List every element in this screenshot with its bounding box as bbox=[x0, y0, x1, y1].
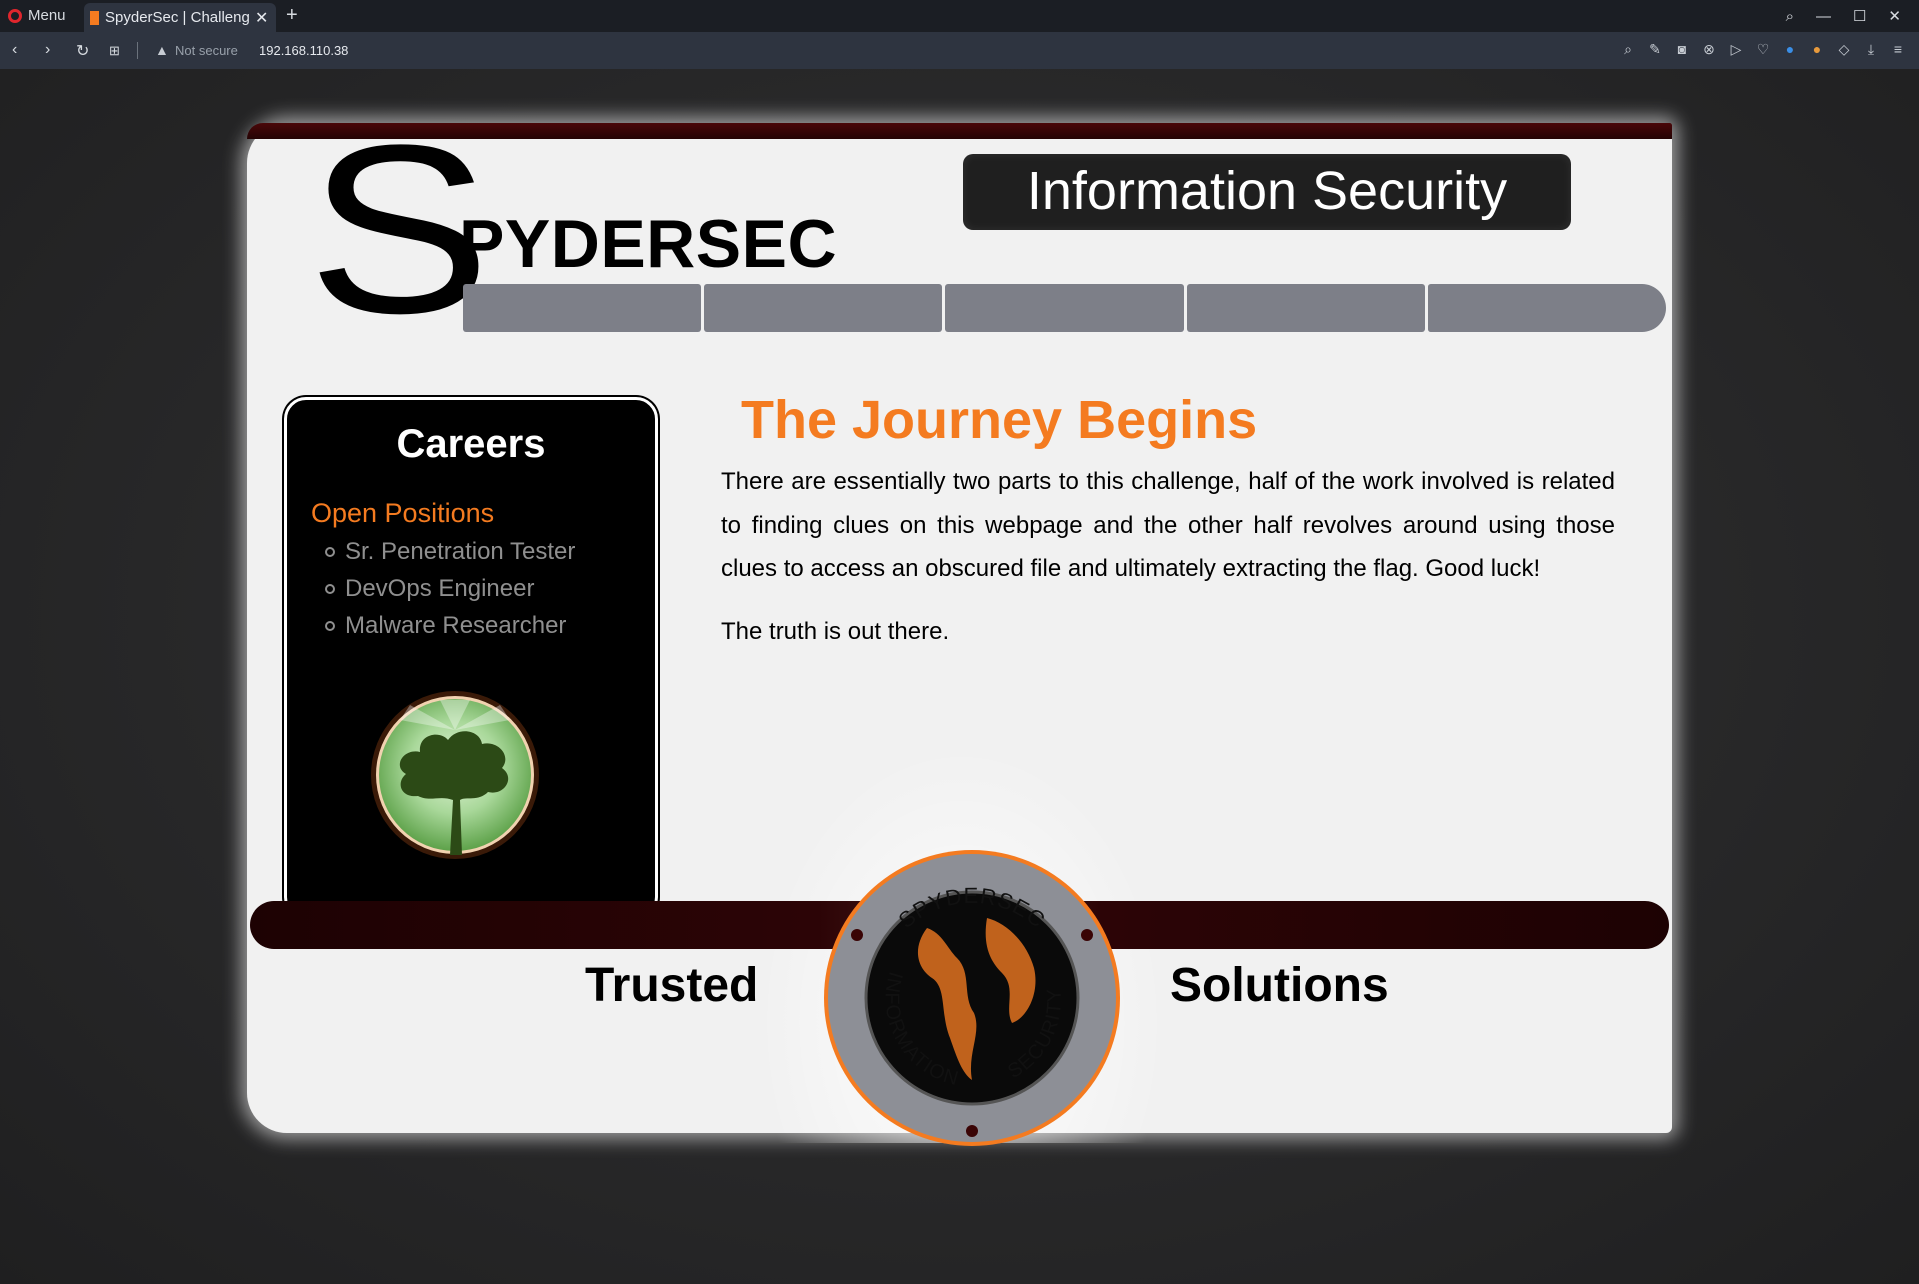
positions-list: Sr. Penetration Tester DevOps Engineer M… bbox=[311, 533, 575, 644]
content-paragraph: There are essentially two parts to this … bbox=[721, 468, 1615, 582]
open-positions-heading: Open Positions bbox=[311, 498, 495, 528]
brand-name: PYDERSEC bbox=[459, 206, 838, 282]
tab-title: SpyderSec | Challenge bbox=[105, 9, 249, 26]
warning-icon[interactable]: ▲ bbox=[155, 42, 169, 58]
spydersec-seal-icon: SPYDERSEC INFORMATION SECURITY bbox=[824, 850, 1120, 1146]
browser-tab[interactable]: SpyderSec | Challenge ✕ bbox=[84, 3, 276, 32]
footer-left-word: Trusted bbox=[585, 959, 759, 1012]
footer-right-word: Solutions bbox=[1170, 959, 1389, 1012]
tabs-grid-icon[interactable]: ⊞ bbox=[109, 43, 120, 59]
cookie-icon[interactable]: ● bbox=[1810, 41, 1824, 58]
tagline-box: Information Security bbox=[963, 154, 1571, 230]
new-tab-icon[interactable]: + bbox=[286, 4, 298, 27]
browser-tab-bar: Menu SpyderSec | Challenge ✕ + ⌕ — ☐ ✕ bbox=[0, 0, 1919, 32]
window-controls: ⌕ — ☐ ✕ bbox=[1786, 0, 1919, 32]
search-tabs-icon[interactable]: ⌕ bbox=[1786, 8, 1794, 25]
block-icon[interactable]: ⊗ bbox=[1702, 41, 1716, 58]
reload-icon[interactable]: ↻ bbox=[76, 41, 89, 61]
favicon-icon bbox=[90, 10, 99, 25]
nav-item-3[interactable] bbox=[945, 284, 1184, 332]
edit-icon[interactable]: ✎ bbox=[1648, 41, 1662, 58]
nav-item-4[interactable] bbox=[1186, 284, 1425, 332]
bullet-icon bbox=[325, 546, 335, 557]
position-label: DevOps Engineer bbox=[345, 575, 535, 602]
minimize-icon[interactable]: — bbox=[1816, 8, 1831, 25]
careers-box: Careers Open Positions Sr. Penetration T… bbox=[284, 397, 658, 919]
bullet-icon bbox=[325, 620, 335, 631]
nav-item-5[interactable] bbox=[1427, 284, 1667, 332]
address-bar: ‹ › ↻ ⊞ ▲ Not secure 192.168.110.38 ⌕ ✎ … bbox=[0, 32, 1919, 69]
security-status[interactable]: Not secure bbox=[175, 43, 238, 58]
cube-icon[interactable]: ◇ bbox=[1837, 41, 1851, 58]
menu-lines-icon[interactable]: ≡ bbox=[1891, 41, 1905, 58]
position-label: Sr. Penetration Tester bbox=[345, 538, 576, 565]
page-viewport: S PYDERSEC Information Security Careers … bbox=[0, 69, 1919, 1284]
url-field[interactable]: 192.168.110.38 bbox=[259, 43, 348, 58]
content-paragraph: The truth is out there. bbox=[721, 617, 950, 645]
heart-icon[interactable]: ♡ bbox=[1756, 41, 1770, 58]
extension-blue-icon[interactable]: ● bbox=[1783, 41, 1797, 58]
address-separator bbox=[137, 42, 138, 59]
list-item: DevOps Engineer bbox=[311, 570, 575, 607]
bullet-icon bbox=[325, 583, 335, 594]
forward-icon[interactable]: › bbox=[45, 41, 50, 59]
menu-label: Menu bbox=[28, 7, 66, 24]
toolbar-icons: ⌕ ✎ ◙ ⊗ ▷ ♡ ● ● ◇ ⤓ ≡ bbox=[1621, 41, 1905, 58]
content-title: The Journey Begins bbox=[741, 390, 1258, 450]
careers-title: Careers bbox=[396, 422, 546, 466]
browser-menu-button[interactable]: Menu bbox=[8, 7, 66, 24]
camera-icon[interactable]: ◙ bbox=[1675, 41, 1689, 58]
content-body: There are essentially two parts to this … bbox=[721, 460, 1615, 672]
tree-logo-icon bbox=[371, 691, 539, 859]
download-icon[interactable]: ⤓ bbox=[1864, 41, 1878, 58]
maximize-icon[interactable]: ☐ bbox=[1853, 7, 1866, 25]
nav-item-1[interactable] bbox=[463, 284, 702, 332]
send-icon[interactable]: ▷ bbox=[1729, 41, 1743, 58]
close-window-icon[interactable]: ✕ bbox=[1888, 7, 1901, 25]
tab-close-icon[interactable]: ✕ bbox=[255, 8, 268, 28]
list-item: Malware Researcher bbox=[311, 607, 575, 644]
back-icon[interactable]: ‹ bbox=[12, 41, 17, 59]
nav-bar bbox=[463, 284, 1667, 332]
opera-logo-icon bbox=[8, 8, 22, 23]
list-item: Sr. Penetration Tester bbox=[311, 533, 575, 570]
main-panel: S PYDERSEC Information Security Careers … bbox=[247, 109, 1672, 1146]
nav-item-2[interactable] bbox=[704, 284, 943, 332]
position-label: Malware Researcher bbox=[345, 612, 567, 639]
zoom-icon[interactable]: ⌕ bbox=[1621, 41, 1635, 58]
